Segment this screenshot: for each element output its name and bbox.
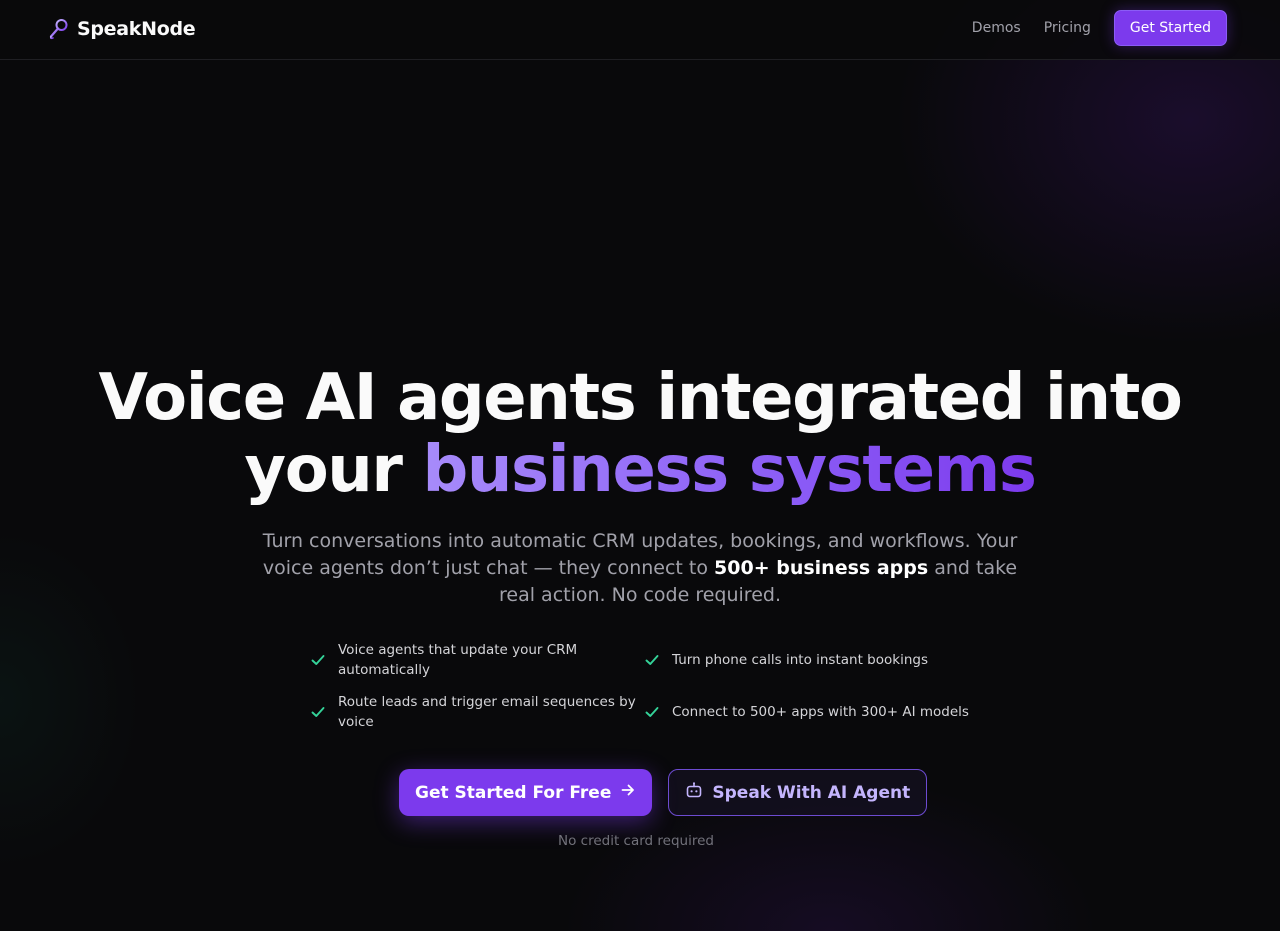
feature-item: Turn phone calls into instant bookings xyxy=(642,640,972,680)
feature-text: Turn phone calls into instant bookings xyxy=(672,652,928,668)
no-credit-card-note: No credit card required xyxy=(558,833,714,849)
hero-title: Voice AI agents integrated into your bus… xyxy=(0,362,1280,506)
check-icon xyxy=(642,704,662,720)
secondary-button-label: Speak With AI Agent xyxy=(712,782,911,803)
microphone-icon xyxy=(48,18,69,40)
check-icon xyxy=(642,652,662,668)
speak-with-agent-button[interactable]: Speak With AI Agent xyxy=(668,769,928,816)
feature-list: Voice agents that update your CRM automa… xyxy=(308,640,988,732)
feature-item: Route leads and trigger email sequences … xyxy=(308,692,638,732)
arrow-right-icon xyxy=(620,782,636,803)
feature-item: Connect to 500+ apps with 300+ AI models xyxy=(642,692,972,732)
nav-link-demos[interactable]: Demos xyxy=(972,20,1021,36)
hero-subtitle: Turn conversations into automatic CRM up… xyxy=(250,528,1030,609)
primary-button-label: Get Started For Free xyxy=(415,782,612,803)
bot-icon xyxy=(685,781,703,804)
top-nav: Demos Pricing Get Started xyxy=(972,10,1227,46)
cta-row: Get Started For Free Speak With AI Agent xyxy=(399,769,928,816)
feature-text: Route leads and trigger email sequences … xyxy=(338,694,636,730)
feature-text: Connect to 500+ apps with 300+ AI models xyxy=(672,704,969,720)
brand-logo[interactable]: SpeakNode xyxy=(48,16,196,42)
feature-item: Voice agents that update your CRM automa… xyxy=(308,640,638,680)
hero-subtitle-highlight: 500+ business apps xyxy=(714,557,929,579)
site-header: SpeakNode Demos Pricing Get Started xyxy=(0,0,1280,60)
get-started-button[interactable]: Get Started xyxy=(1113,10,1227,46)
landing-page: SpeakNode Demos Pricing Get Started Voic… xyxy=(0,0,1280,931)
nav-link-pricing[interactable]: Pricing xyxy=(1044,20,1091,36)
check-icon xyxy=(308,652,328,668)
hero-title-accent: business systems xyxy=(422,433,1037,507)
hero-title-line1: Voice AI agents integrated into xyxy=(98,361,1183,435)
brand-name: SpeakNode xyxy=(77,18,196,40)
feature-text: Voice agents that update your CRM automa… xyxy=(338,642,578,678)
get-started-free-button[interactable]: Get Started For Free xyxy=(399,769,653,816)
check-icon xyxy=(308,704,328,720)
hero-title-plain: your xyxy=(244,433,403,507)
